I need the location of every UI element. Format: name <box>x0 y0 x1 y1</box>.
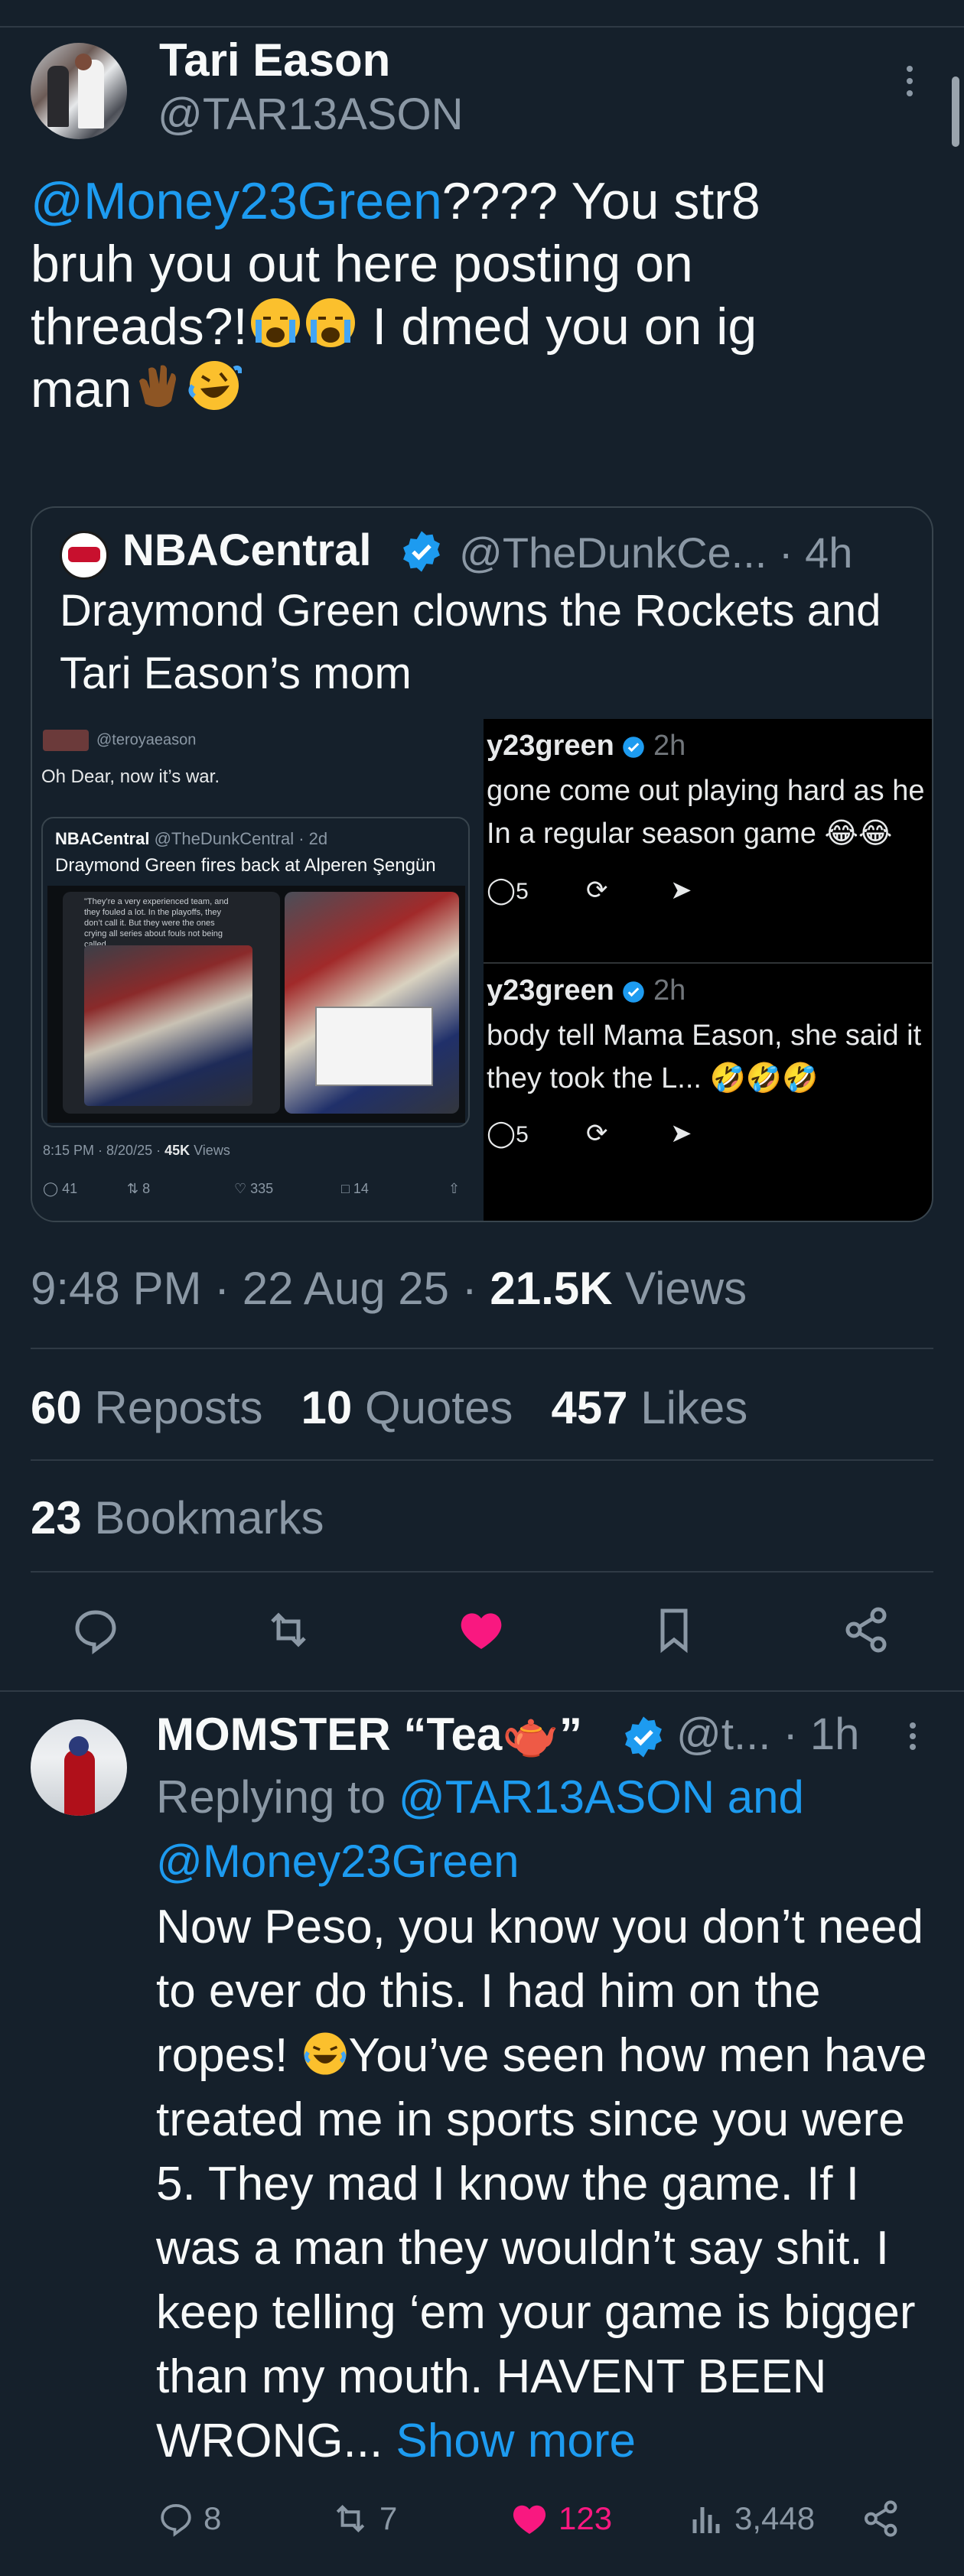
mention-link[interactable]: @Money23Green <box>31 172 442 230</box>
repost-icon <box>336 2504 365 2533</box>
divider <box>31 1459 933 1461</box>
reply-author-name[interactable]: MOMSTER “Tea🫖” <box>156 1707 582 1761</box>
bookmark-icon[interactable] <box>647 1603 701 1657</box>
verified-icon <box>623 981 645 1003</box>
reply-text: Now Peso, you know you don’t need to eve… <box>156 1901 927 2467</box>
share-icon: ➤ <box>670 876 692 905</box>
heart-icon: ♡ 335 <box>234 1181 274 1196</box>
author-avatar[interactable] <box>31 43 127 139</box>
verified-icon <box>625 1716 662 1758</box>
more-vertical-icon[interactable] <box>907 1722 918 1761</box>
emoji-laugh-icon <box>188 361 243 410</box>
likes-stat[interactable]: 457 Likes <box>551 1382 747 1433</box>
heart-icon <box>513 2505 546 2534</box>
top-divider <box>0 26 964 28</box>
author-handle[interactable]: @TAR13ASON <box>158 89 463 140</box>
emoji-clap-icon <box>139 365 177 408</box>
reply-author-avatar[interactable] <box>31 1719 127 1816</box>
quoted-author-handle: @TheDunkCe... · 4h <box>459 529 853 577</box>
divider <box>31 1348 933 1349</box>
emoji-cry-icon <box>250 298 300 347</box>
embedded-post-header: @teroyaeason <box>43 730 196 751</box>
reposts-stat[interactable]: 60 Reposts <box>31 1382 263 1433</box>
verified-icon <box>403 531 440 572</box>
quoted-author-avatar[interactable] <box>60 531 109 580</box>
embedded-reply-handle: y23green 2h <box>487 974 686 1007</box>
embedded-post-actions: ◯ 41 ⇅ 8 ♡ 335 □ 14 ⇧ <box>43 1181 471 1204</box>
bookmarks-stat[interactable]: 23 Bookmarks <box>31 1491 324 1544</box>
quoted-tweet-text: Draymond Green clowns the Rockets and Ta… <box>60 586 881 698</box>
embedded-reply-handle: y23green 2h <box>487 730 686 762</box>
emoji-cry-icon <box>305 298 355 347</box>
repost-button[interactable]: 7 <box>329 2492 397 2545</box>
show-more-link[interactable]: Show more <box>396 2415 636 2467</box>
reply-button[interactable]: 8 <box>156 2492 221 2545</box>
views-icon <box>692 2507 720 2533</box>
quoted-tweet-card[interactable]: NBACentral @TheDunkCe... · 4h Draymond G… <box>31 506 933 1222</box>
author-name[interactable]: Tari Eason <box>159 34 390 86</box>
scrollbar[interactable] <box>952 76 959 147</box>
emoji-laugh-icon <box>303 2032 347 2075</box>
reply-icon[interactable] <box>69 1603 122 1657</box>
share-icon: ➤ <box>670 1119 692 1148</box>
reply-icon: ◯5 <box>487 876 529 905</box>
reply-author-handle: @t... · 1h <box>676 1709 860 1759</box>
quotes-stat[interactable]: 10 Quotes <box>301 1382 513 1433</box>
repost-icon[interactable] <box>262 1603 315 1657</box>
bookmark-icon: □ 14 <box>341 1181 369 1196</box>
repost-icon: ⇅ 8 <box>127 1181 151 1196</box>
engagement-stats: 60 Reposts 10 Quotes 457 Likes <box>31 1381 747 1434</box>
reply-icon: ◯5 <box>487 1119 529 1148</box>
tweet-action-bar <box>0 1603 964 1657</box>
reply-icon: ◯ 41 <box>43 1181 78 1196</box>
verified-icon <box>623 737 645 758</box>
reply-action-bar: 8 7 123 3,448 <box>0 2492 964 2545</box>
divider <box>31 1571 933 1573</box>
reply-icon <box>161 2504 191 2537</box>
share-icon[interactable] <box>840 1603 894 1657</box>
repost-icon: ⟳ <box>586 1119 608 1148</box>
tweet-timestamp[interactable]: 9:48 PM · 22 Aug 25 · 21.5K Views <box>31 1262 747 1315</box>
embedded-reply-actions: ◯5 ⟳ ➤ <box>487 875 793 913</box>
heart-icon[interactable] <box>454 1603 508 1657</box>
embedded-reply-actions: ◯5 ⟳ ➤ <box>487 1118 793 1156</box>
quoted-image-right[interactable]: y23green 2h gone come out playing hard a… <box>484 719 932 1221</box>
share-button[interactable] <box>860 2492 910 2545</box>
quoted-author-name[interactable]: NBACentral <box>122 525 372 576</box>
divider <box>0 1690 964 1692</box>
replying-to: Replying to @TAR13ASON and @Money23Green <box>156 1771 804 1887</box>
like-button[interactable]: 123 <box>508 2492 612 2545</box>
share-icon: ⇧ <box>448 1181 461 1196</box>
share-icon <box>865 2500 897 2537</box>
quoted-image-left[interactable]: @teroyaeason Oh Dear, now it’s war. NBAC… <box>32 719 484 1221</box>
embedded-post-meta: 8:15 PM · 8/20/25 · 45K Views <box>43 1143 230 1158</box>
repost-icon: ⟳ <box>586 876 608 905</box>
embedded-post-text: Oh Dear, now it’s war. <box>41 766 220 787</box>
tweet-text: @Money23Green???? You str8 bruh you out … <box>31 172 760 418</box>
views-button[interactable]: 3,448 <box>689 2492 815 2545</box>
embedded-quote-card: NBACentral @TheDunkCentral · 2d Draymond… <box>41 817 470 1127</box>
more-vertical-icon[interactable] <box>904 66 915 104</box>
